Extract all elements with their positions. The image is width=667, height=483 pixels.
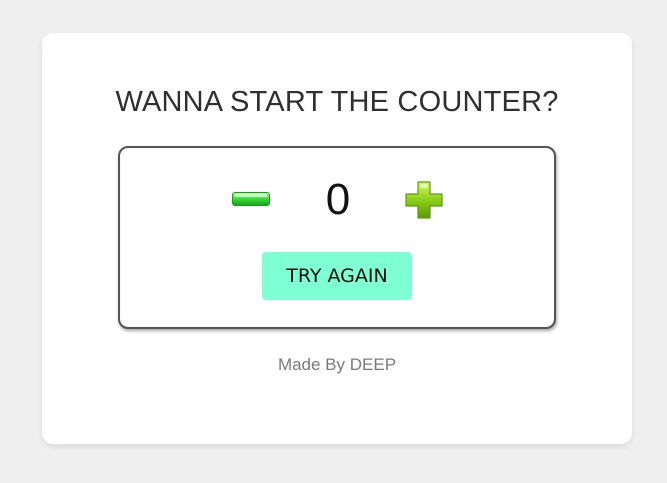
try-again-button[interactable]: TRY AGAIN [262,252,412,300]
page-title: WANNA START THE COUNTER? [115,86,559,118]
counter-card: WANNA START THE COUNTER? 0 TRY AGAIN Mad… [42,33,632,444]
counter-panel: 0 TRY AGAIN [118,146,556,329]
made-by-credit: Made By DEEP [277,355,397,374]
plus-icon[interactable] [405,181,443,219]
minus-icon[interactable] [232,192,270,206]
counter-value: 0 [325,175,351,224]
